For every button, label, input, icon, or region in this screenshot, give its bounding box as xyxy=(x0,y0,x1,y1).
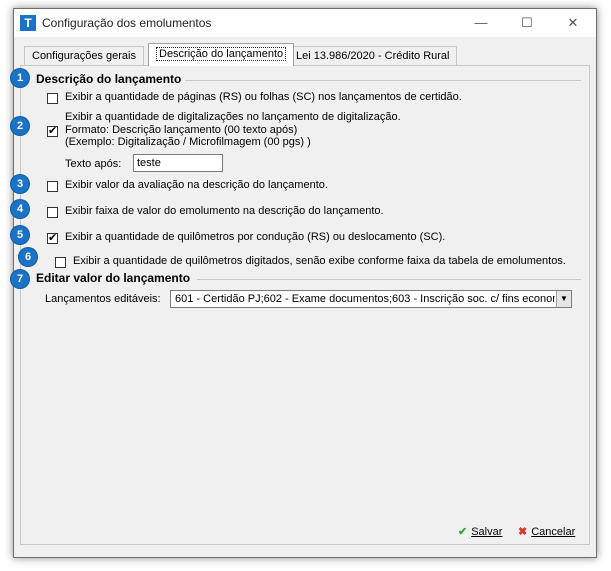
label-quilometros-digitados: Exibir a quantidade de quilômetros digit… xyxy=(73,255,566,267)
label-quilometros-conducao: Exibir a quantidade de quilômetros por c… xyxy=(65,231,446,243)
annotation-badge-5: 5 xyxy=(11,226,29,244)
checkbox-paginas-folhas[interactable] xyxy=(47,93,58,104)
save-button[interactable]: ✔ Salvar xyxy=(458,525,502,538)
checkbox-faixa-valor[interactable] xyxy=(47,207,58,218)
minimize-button[interactable]: — xyxy=(458,9,504,37)
checkbox-valor-avaliacao[interactable] xyxy=(47,181,58,192)
label-digitalizacoes: Exibir a quantidade de digitalizações no… xyxy=(65,111,401,123)
label-paginas-folhas: Exibir a quantidade de páginas (RS) ou f… xyxy=(65,91,462,103)
annotation-badge-2: 2 xyxy=(11,117,29,135)
select-value: 601 - Certidão PJ;602 - Exame documentos… xyxy=(175,293,555,305)
window-title: Configuração dos emolumentos xyxy=(42,16,212,30)
annotation-badge-3: 3 xyxy=(11,175,29,193)
checkbox-digitalizacoes[interactable] xyxy=(47,124,58,137)
label-exemplo: (Exemplo: Digitalização / Microfilmagem … xyxy=(65,136,311,148)
tab-panel: Descrição do lançamento Exibir a quantid… xyxy=(20,65,590,545)
cancel-button[interactable]: ✖ Cancelar xyxy=(518,525,575,538)
label-lancamentos-editaveis: Lançamentos editáveis: xyxy=(45,293,161,305)
checkbox-quilometros-conducao[interactable] xyxy=(47,231,58,244)
tab-descricao-lancamento[interactable]: Descrição do lançamento xyxy=(148,43,295,66)
section-divider xyxy=(197,279,581,280)
annotation-badge-6: 6 xyxy=(19,248,37,266)
section-title-editar-valor: Editar valor do lançamento xyxy=(36,271,191,285)
section-divider xyxy=(185,80,581,81)
chevron-down-icon[interactable]: ▼ xyxy=(556,291,571,307)
title-bar: T Configuração dos emolumentos — ☐ ✕ xyxy=(14,9,596,37)
annotation-badge-7: 7 xyxy=(11,270,29,288)
cancel-label: Cancelar xyxy=(531,526,576,538)
label-faixa-valor: Exibir faixa de valor do emolumento na d… xyxy=(65,205,384,217)
annotation-badge-1: 1 xyxy=(11,69,29,87)
label-valor-avaliacao: Exibir valor da avaliação na descrição d… xyxy=(65,179,328,191)
annotation-badge-4: 4 xyxy=(11,200,29,218)
lancamentos-editaveis-select[interactable]: 601 - Certidão PJ;602 - Exame documentos… xyxy=(170,290,572,308)
checkbox-quilometros-digitados[interactable] xyxy=(55,257,66,268)
maximize-button[interactable]: ☐ xyxy=(504,9,550,37)
label-texto-apos: Texto após: xyxy=(65,158,122,170)
cross-icon: ✖ xyxy=(518,526,528,538)
checkmark-icon: ✔ xyxy=(458,526,468,538)
tab-configuracoes-gerais[interactable]: Configurações gerais xyxy=(24,46,144,65)
app-logo-icon: T xyxy=(20,15,36,31)
dialog-window: T Configuração dos emolumentos — ☐ ✕ Con… xyxy=(13,8,597,558)
section-title-descricao: Descrição do lançamento xyxy=(36,72,182,86)
tab-credito-rural[interactable]: Lei 13.986/2020 - Crédito Rural xyxy=(288,46,458,65)
close-button[interactable]: ✕ xyxy=(550,9,596,37)
label-formato: Formato: Descrição lançamento (00 texto … xyxy=(65,124,298,136)
save-label: Salvar xyxy=(471,526,503,538)
tab-label: Descrição do lançamento xyxy=(156,47,287,61)
texto-apos-input[interactable]: teste xyxy=(133,154,223,172)
